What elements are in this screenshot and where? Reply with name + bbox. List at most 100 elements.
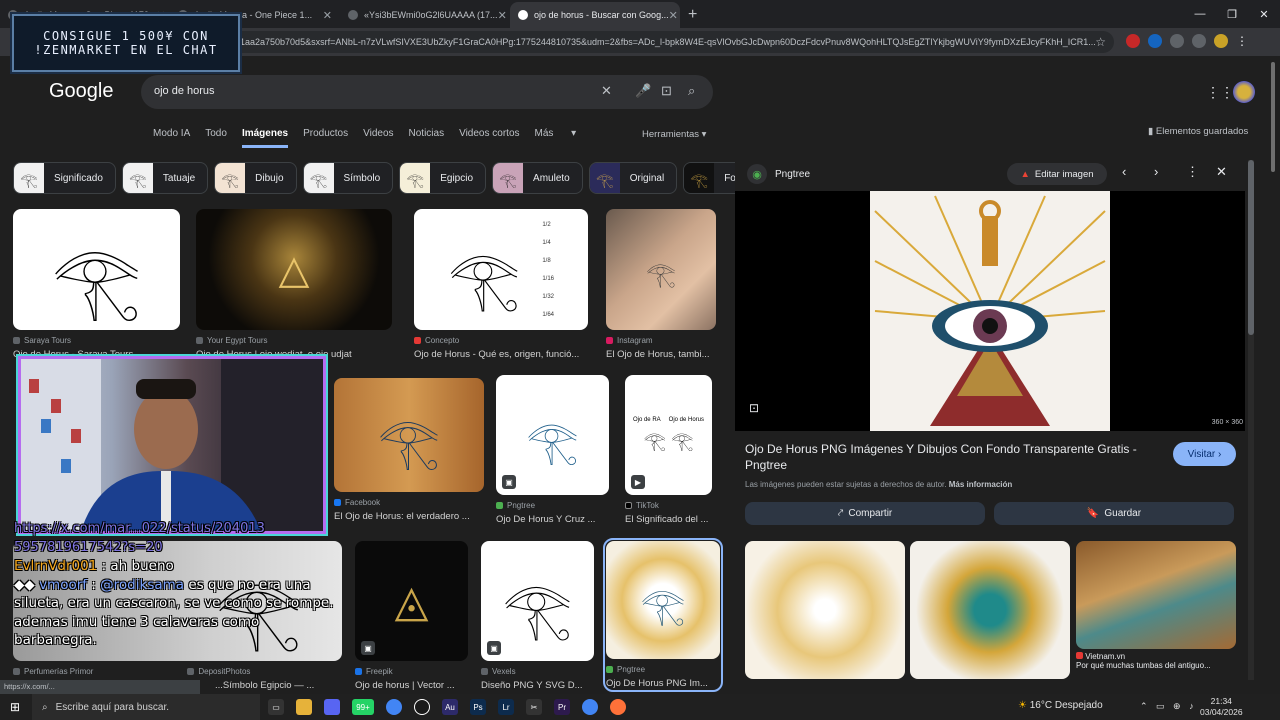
image-result[interactable]: 𓂀 Saraya Tours Ojo de Horus - Saraya Tou… — [13, 209, 180, 360]
browser-tab-3[interactable]: «Ysi3bEWmi0oG2l6UAAAA (17... ✕ — [340, 2, 510, 28]
discord-icon[interactable] — [324, 699, 340, 715]
audition-icon[interactable]: Au — [442, 699, 458, 715]
chrome-icon[interactable] — [386, 699, 402, 715]
tab-todo[interactable]: Todo — [205, 128, 227, 148]
visit-button[interactable]: Visitar › — [1173, 442, 1236, 466]
selected-image-result[interactable]: 𓂀 Pngtree Ojo De Horus PNG Im... — [603, 538, 723, 692]
tab-modo-ia[interactable]: Modo IA — [153, 128, 190, 148]
taskbar-search[interactable]: ⌕ Escribe aquí para buscar. — [32, 694, 260, 720]
firefox-icon[interactable] — [610, 699, 626, 715]
result-image[interactable]: 𓂀 — [606, 541, 720, 659]
microphone-icon[interactable]: 🎤 — [635, 83, 651, 99]
panel-scrollbar[interactable] — [1248, 160, 1254, 680]
tab-noticias[interactable]: Noticias — [409, 128, 445, 148]
avatar[interactable] — [1233, 81, 1255, 103]
lightroom-icon[interactable]: Lr — [498, 699, 514, 715]
capcut-icon[interactable]: ✂ — [526, 699, 542, 715]
lens-icon[interactable]: ⊡ — [661, 83, 672, 99]
tab-close-icon[interactable]: ✕ — [498, 9, 507, 22]
chip-fondo[interactable]: 𓂀 Fondo de — [683, 162, 735, 194]
chip-egipcio[interactable]: 𓂀 Egipcio — [399, 162, 487, 194]
chrome-active-icon[interactable] — [582, 699, 598, 715]
save-button[interactable]: 🔖 Guardar — [994, 502, 1234, 525]
image-result[interactable]: Ojo de RA Ojo de Horus 𓂀 𓂀 ▶ TikTok El Si… — [625, 375, 712, 525]
result-image[interactable]: 𓂀 1/2 1/4 1/8 1/16 1/32 1/64 — [414, 209, 588, 330]
taskbar-clock[interactable]: 21:34 03/04/2026 — [1200, 696, 1243, 718]
profile-icon[interactable] — [1214, 34, 1228, 48]
result-title[interactable]: Diseño PNG Y SVG D... — [481, 680, 594, 691]
preview-title[interactable]: Ojo De Horus PNG Imágenes Y Dibujos Con … — [745, 441, 1155, 473]
result-image[interactable]: ◬ ▣ — [355, 541, 468, 661]
search-box[interactable]: ojo de horus ✕ 🎤 ⊡ ⌕ — [141, 75, 713, 109]
premiere-icon[interactable]: Pr — [554, 699, 570, 715]
search-icon[interactable]: ⌕ — [688, 83, 695, 99]
google-logo[interactable]: Google — [49, 80, 114, 103]
address-bar[interactable]: l1aa2a750b70d5&sxsrf=ANbL-n7zVLwfSIVXE3U… — [228, 31, 1114, 53]
result-image[interactable]: 𓂀 — [334, 378, 484, 492]
whatsapp-icon[interactable]: 99+ — [352, 699, 374, 715]
share-button[interactable]: ⤤ Compartir — [745, 502, 985, 525]
tab-close-icon[interactable]: ✕ — [323, 9, 332, 22]
close-panel-icon[interactable]: ✕ — [1216, 164, 1227, 180]
result-title[interactable]: Ojo de Horus - Qué es, origen, funció... — [414, 349, 588, 360]
image-result[interactable]: 𓂀 Facebook El Ojo de Horus: el verdadero… — [334, 378, 484, 522]
file-explorer-icon[interactable] — [296, 699, 312, 715]
more-vert-icon[interactable]: ⋮ — [1236, 34, 1250, 48]
tab-mas[interactable]: Más ▾ — [535, 128, 577, 148]
scrollbar-thumb[interactable] — [1271, 62, 1275, 172]
more-options-icon[interactable]: ⋮ — [1186, 164, 1199, 180]
result-title[interactable]: El Significado del ... — [625, 514, 712, 525]
lens-search-icon[interactable]: ⊡ — [749, 401, 759, 415]
next-icon[interactable]: › — [1154, 164, 1158, 179]
browser-tab-active[interactable]: ojo de horus - Buscar con Goog... ✕ — [510, 2, 680, 28]
result-image[interactable]: 𓂀 — [13, 209, 180, 330]
image-result[interactable]: △ Your Egypt Tours Ojo de Horus | ojo we… — [196, 209, 392, 360]
puzzle-icon[interactable] — [1170, 34, 1184, 48]
bookmark-star-icon[interactable]: ☆ — [1095, 31, 1106, 53]
system-tray-icons[interactable]: ⌃ ▭ ⊕ ♪ — [1140, 701, 1197, 712]
result-title[interactable]: Ojo De Horus Y Cruz ... — [496, 514, 609, 525]
image-result[interactable]: 𓂀 Instagram El Ojo de Horus, tambi... — [606, 209, 716, 360]
result-title[interactable]: Ojo De Horus PNG Im... — [606, 678, 720, 689]
chip-dibujo[interactable]: 𓂀 Dibujo — [214, 162, 297, 194]
result-title[interactable]: El Ojo de Horus: el verdadero ... — [334, 511, 484, 522]
extension-icon[interactable] — [1148, 34, 1162, 48]
task-view-icon[interactable]: ▭ — [268, 699, 284, 715]
image-result[interactable]: 𓂀 ▣ Vexels Diseño PNG Y SVG D... — [481, 541, 594, 691]
maximize-icon[interactable]: ❐ — [1216, 0, 1248, 28]
image-result[interactable]: ◬ ▣ Freepik Ojo de horus | Vector ... — [355, 541, 468, 691]
new-tab-button[interactable]: + — [688, 2, 697, 28]
result-image[interactable]: △ — [196, 209, 392, 330]
scrollbar-thumb[interactable] — [1248, 160, 1254, 335]
related-image[interactable] — [745, 541, 905, 679]
windows-start-icon[interactable]: ⊞ — [10, 700, 20, 714]
related-image[interactable] — [1076, 541, 1236, 649]
related-image[interactable] — [910, 541, 1070, 679]
obs-icon[interactable] — [414, 699, 430, 715]
tools-menu[interactable]: Herramientas ▾ — [642, 129, 706, 140]
previous-icon[interactable]: ‹ — [1122, 164, 1126, 179]
tab-videos[interactable]: Videos — [363, 128, 393, 148]
chip-original[interactable]: 𓂀 Original — [588, 162, 678, 194]
chip-significado[interactable]: 𓂀 Significado — [13, 162, 116, 194]
tab-imagenes[interactable]: Imágenes — [241, 128, 289, 148]
result-image[interactable]: 𓂀 ▣ — [481, 541, 594, 661]
search-query[interactable]: ojo de horus — [154, 85, 215, 97]
minimize-icon[interactable]: — — [1184, 0, 1216, 28]
related-caption[interactable]: Vietnam.vn Por qué muchas tumbas del ant… — [1076, 652, 1236, 670]
result-image[interactable]: 𓂀 ▣ — [496, 375, 609, 495]
result-image[interactable]: 𓂀 — [606, 209, 716, 330]
result-title[interactable]: El Ojo de Horus, tambi... — [606, 349, 716, 360]
tab-videos-cortos[interactable]: Videos cortos — [459, 128, 519, 148]
clear-icon[interactable]: ✕ — [601, 83, 612, 99]
result-title[interactable]: Ojo de horus | Vector ... — [355, 680, 468, 691]
photoshop-icon[interactable]: Ps — [470, 699, 486, 715]
weather-widget[interactable]: ☀ 16°C Despejado — [1018, 700, 1103, 711]
image-result[interactable]: 𓂀 1/2 1/4 1/8 1/16 1/32 1/64 Concepto Oj… — [414, 209, 588, 360]
result-image[interactable]: Ojo de RA Ojo de Horus 𓂀 𓂀 ▶ — [625, 375, 712, 495]
close-window-icon[interactable]: ✕ — [1248, 0, 1280, 28]
preview-image-area[interactable]: ⊡ 360 × 360 — [735, 191, 1245, 431]
reading-list-icon[interactable] — [1192, 34, 1206, 48]
chip-tatuaje[interactable]: 𓂀 Tatuaje — [121, 162, 209, 194]
saved-items-link[interactable]: ▮ Elementos guardados — [1148, 126, 1248, 137]
